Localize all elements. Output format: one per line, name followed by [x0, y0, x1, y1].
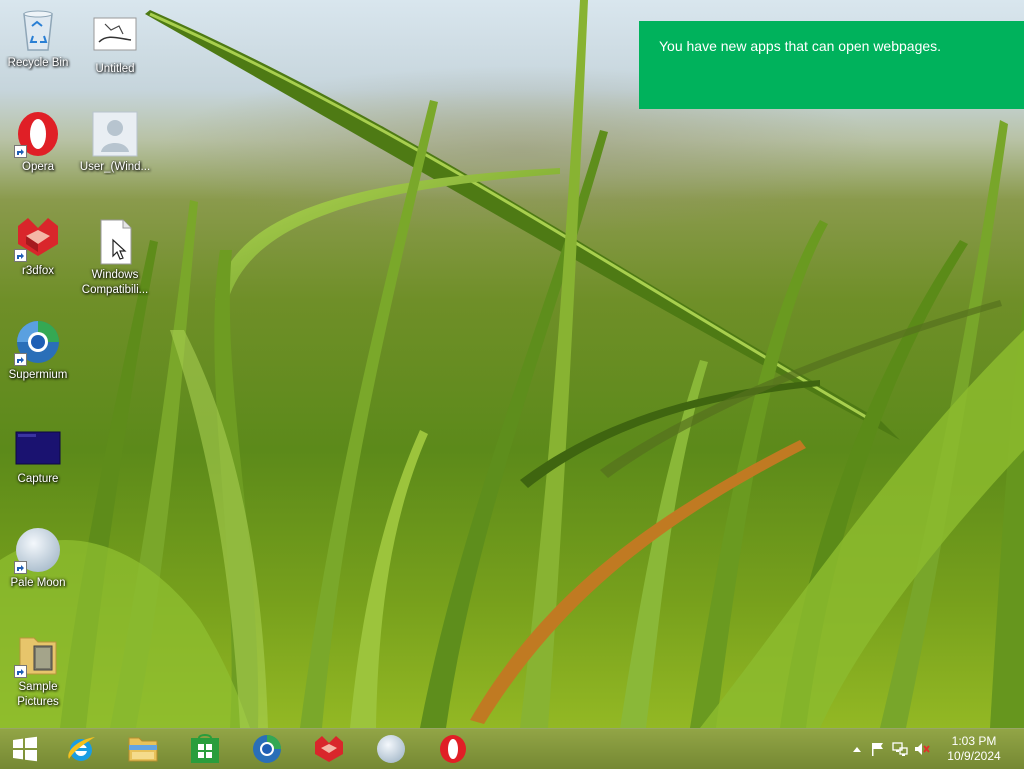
pale-moon-icon — [14, 526, 62, 574]
pale-moon-icon — [377, 735, 405, 763]
taskbar-file-explorer[interactable] — [118, 731, 168, 767]
clock-time: 1:03 PM — [951, 734, 997, 748]
desktop-icon-label: User_(Wind... — [79, 161, 151, 173]
shortcut-arrow-icon — [14, 353, 27, 366]
clock-date: 10/9/2024 — [947, 749, 1001, 763]
taskbar-supermium[interactable] — [242, 731, 292, 767]
desktop-icon-pale-moon[interactable]: Pale Moon — [0, 526, 76, 591]
desktop-icon-sample-pictures[interactable]: Sample Pictures — [0, 630, 76, 710]
desktop-icon-user[interactable]: User_(Wind... — [77, 110, 153, 175]
desktop-icon-supermium[interactable]: Supermium — [0, 318, 76, 383]
taskbar-opera[interactable] — [428, 731, 478, 767]
desktop-icon-windows-compatibility[interactable]: Windows Compatibili... — [77, 218, 153, 298]
shortcut-arrow-icon — [14, 145, 27, 158]
document-icon — [91, 218, 139, 266]
desktop-icon-opera[interactable]: Opera — [0, 110, 76, 175]
desktop: Recycle Bin Untitled Opera User_(Wind...… — [0, 0, 1024, 728]
internet-explorer-icon — [68, 737, 95, 761]
user-icon — [91, 110, 139, 158]
supermium-icon — [14, 318, 62, 366]
recycle-bin-icon — [14, 6, 62, 54]
image-file-icon — [91, 12, 139, 60]
taskbar: 1:03 PM 10/9/2024 — [0, 728, 1024, 769]
desktop-icon-label: r3dfox — [22, 265, 54, 277]
shortcut-arrow-icon — [14, 665, 27, 678]
taskbar-store[interactable] — [180, 731, 230, 767]
desktop-icon-label: Untitled — [95, 63, 135, 75]
shortcut-arrow-icon — [14, 561, 27, 574]
muted-speaker-icon[interactable] — [914, 741, 930, 757]
start-button[interactable] — [0, 731, 50, 767]
capture-image-icon — [14, 422, 62, 470]
r3dfox-icon — [315, 736, 343, 762]
opera-icon — [14, 110, 62, 158]
taskbar-r3dfox[interactable] — [304, 731, 354, 767]
wallpaper — [0, 0, 1024, 728]
desktop-icon-recycle-bin[interactable]: Recycle Bin — [0, 6, 76, 71]
clock[interactable]: 1:03 PM 10/9/2024 — [944, 734, 1004, 764]
desktop-icon-capture[interactable]: Capture — [0, 422, 76, 487]
notification-toast[interactable]: You have new apps that can open webpages… — [639, 21, 1024, 109]
desktop-icon-label: Opera — [22, 161, 54, 173]
desktop-icon-r3dfox[interactable]: r3dfox — [0, 214, 76, 279]
opera-icon — [440, 735, 466, 763]
desktop-icon-label: Recycle Bin — [7, 57, 69, 69]
folder-icon — [128, 737, 158, 762]
desktop-icon-label: Supermium — [8, 369, 68, 381]
shortcut-arrow-icon — [14, 249, 27, 262]
desktop-icon-untitled[interactable]: Untitled — [77, 12, 153, 77]
notification-message: You have new apps that can open webpages… — [659, 38, 942, 54]
desktop-icon-label: Pale Moon — [10, 577, 66, 589]
network-icon[interactable] — [892, 741, 908, 757]
chevron-up-icon[interactable] — [849, 741, 865, 757]
system-tray: 1:03 PM 10/9/2024 — [844, 729, 1024, 769]
flag-icon[interactable] — [870, 741, 886, 757]
taskbar-pale-moon[interactable] — [366, 731, 416, 767]
desktop-icon-label: Windows Compatibili... — [81, 269, 149, 296]
store-icon — [191, 734, 219, 763]
desktop-icon-label: Capture — [17, 473, 59, 485]
windows-logo-icon — [13, 736, 37, 762]
taskbar-internet-explorer[interactable] — [56, 731, 106, 767]
r3dfox-icon — [14, 214, 62, 262]
desktop-icon-label: Sample Pictures — [17, 681, 59, 708]
folder-icon — [14, 630, 62, 678]
supermium-icon — [253, 735, 281, 763]
